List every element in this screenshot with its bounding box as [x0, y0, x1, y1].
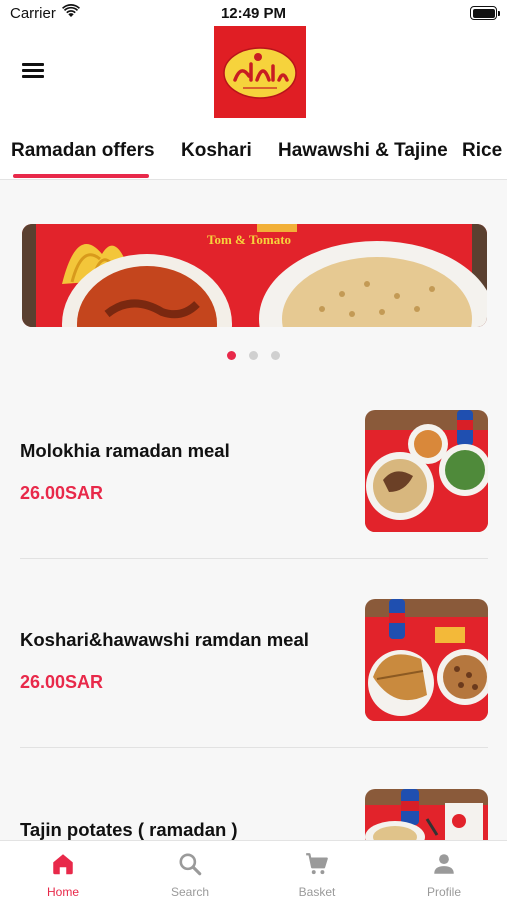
nav-home[interactable]: Home — [0, 841, 126, 900]
app-header — [0, 26, 507, 126]
banner-brand-text: Tom & Tomato — [207, 232, 291, 247]
carousel-dot-3[interactable] — [271, 351, 280, 360]
tab-koshari[interactable]: Koshari — [181, 140, 252, 162]
category-tabs: Ramadan offers Koshari Hawawshi & Tajine… — [0, 126, 507, 180]
item-name: Koshari&hawawshi ramdan meal — [20, 629, 309, 650]
home-icon — [53, 854, 73, 875]
promo-banner[interactable]: Tom & Tomato — [22, 224, 487, 327]
status-bar: Carrier 12:49 PM — [0, 0, 507, 26]
nav-profile-label: Profile — [426, 885, 461, 899]
tab-hawawshi-tajine[interactable]: Hawawshi & Tajine — [278, 140, 448, 162]
tab-ramadan-offers[interactable]: Ramadan offers — [11, 140, 155, 162]
item-photo — [365, 599, 488, 721]
nav-search[interactable]: Search — [127, 841, 253, 900]
nav-profile[interactable]: Profile — [381, 841, 507, 900]
active-tab-indicator — [13, 174, 149, 178]
item-name: Molokhia ramadan meal — [20, 440, 230, 461]
item-price: 26.00SAR — [20, 483, 104, 503]
item-price: 26.00SAR — [20, 672, 104, 692]
search-icon — [179, 853, 202, 876]
divider — [20, 558, 488, 559]
bottom-nav: Home Search Basket Profile — [0, 840, 507, 900]
divider — [20, 747, 488, 748]
person-icon — [434, 854, 454, 874]
hamburger-menu-icon[interactable] — [22, 62, 48, 82]
brand-logo-icon — [214, 26, 306, 118]
nav-home-label: Home — [46, 885, 79, 899]
item-name: Tajin potates ( ramadan ) — [20, 819, 238, 840]
carousel-dot-1[interactable] — [227, 351, 236, 360]
carousel-dot-2[interactable] — [249, 351, 258, 360]
nav-search-label: Search — [170, 885, 210, 899]
tab-rice[interactable]: Rice d — [462, 140, 507, 162]
item-photo — [365, 410, 488, 532]
carousel-pagination — [0, 351, 507, 360]
nav-basket-label: Basket — [298, 885, 336, 899]
battery-icon — [470, 6, 500, 20]
item-photo — [365, 789, 488, 840]
menu-item[interactable]: Molokhia ramadan meal 26.00SAR — [20, 410, 488, 560]
cart-icon — [306, 853, 328, 875]
clock: 12:49 PM — [220, 5, 287, 22]
nav-basket[interactable]: Basket — [254, 841, 380, 900]
menu-item[interactable]: Koshari&hawawshi ramdan meal 26.00SAR — [20, 599, 488, 749]
